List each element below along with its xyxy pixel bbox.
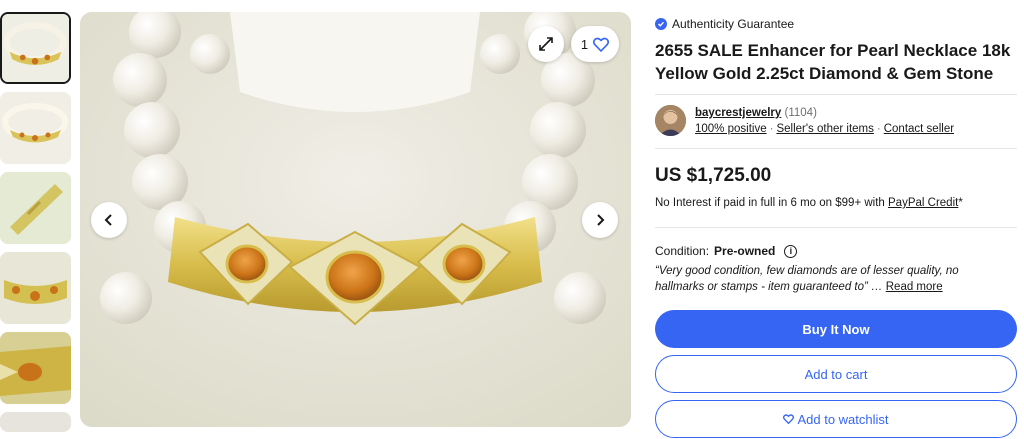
- previous-image-button[interactable]: [91, 202, 127, 238]
- necklace-photo: [80, 12, 631, 427]
- thumbnail-6[interactable]: [0, 412, 71, 432]
- financing-text: No Interest if paid in full in 6 mo on $…: [655, 197, 963, 209]
- expand-image-button[interactable]: [528, 26, 564, 62]
- thumbnail-3[interactable]: [0, 172, 71, 244]
- watch-count-button[interactable]: 1: [571, 26, 619, 62]
- separator-dot: ·: [876, 123, 881, 135]
- add-to-cart-button[interactable]: Add to cart: [655, 355, 1017, 393]
- condition-label: Condition:: [655, 244, 710, 258]
- condition-description: “Very good condition, few diamonds are o…: [655, 263, 995, 295]
- chevron-right-icon: [597, 214, 605, 226]
- info-icon[interactable]: i: [784, 244, 798, 258]
- authenticity-label: Authenticity Guarantee: [672, 17, 795, 31]
- seller-other-items-link[interactable]: Seller's other items: [776, 123, 873, 135]
- financing-message: No Interest if paid in full in 6 mo on $…: [655, 197, 889, 209]
- separator-dot: ·: [769, 123, 774, 135]
- financing-suffix: *: [958, 197, 963, 209]
- heart-icon: [593, 37, 610, 52]
- thumbnail-4[interactable]: [0, 252, 71, 324]
- add-to-watchlist-label: Add to watchlist: [797, 411, 889, 427]
- seller-card: baycrestjewelry (1104) 100% positive · Sel…: [655, 105, 954, 137]
- seller-feedback-count: (1104): [784, 107, 817, 119]
- expand-icon: [539, 37, 553, 51]
- next-image-button[interactable]: [582, 202, 618, 238]
- thumbnail-1[interactable]: [0, 12, 71, 84]
- divider: [655, 148, 1017, 149]
- listing-title: 2655 SALE Enhancer for Pearl Necklace 18…: [655, 41, 1011, 83]
- paypal-credit-link[interactable]: PayPal Credit: [888, 197, 958, 209]
- chevron-left-icon: [104, 214, 112, 226]
- seller-name-link[interactable]: baycrestjewelry: [695, 107, 781, 119]
- contact-seller-link[interactable]: Contact seller: [884, 123, 954, 135]
- thumbnail-5[interactable]: [0, 332, 71, 404]
- thumbnail-2[interactable]: [0, 92, 71, 164]
- verified-check-icon: [655, 18, 667, 30]
- divider: [655, 94, 1017, 95]
- condition-row: Condition: Pre-owned i: [655, 244, 798, 258]
- seller-avatar[interactable]: [655, 105, 686, 136]
- heart-icon: [783, 414, 795, 424]
- thumbnail-strip: [0, 12, 73, 439]
- main-product-image[interactable]: 1: [80, 12, 631, 427]
- buy-it-now-button[interactable]: Buy It Now: [655, 310, 1017, 348]
- seller-positive-link[interactable]: 100% positive: [695, 123, 767, 135]
- divider: [655, 227, 1017, 228]
- read-more-link[interactable]: Read more: [886, 281, 943, 293]
- add-to-watchlist-button[interactable]: Add to watchlist: [655, 400, 1017, 438]
- watch-count: 1: [580, 36, 589, 52]
- price: US $1,725.00: [655, 165, 772, 186]
- authenticity-guarantee[interactable]: Authenticity Guarantee: [655, 17, 794, 31]
- condition-ellipsis: …: [871, 281, 883, 293]
- condition-value: Pre-owned: [714, 244, 776, 258]
